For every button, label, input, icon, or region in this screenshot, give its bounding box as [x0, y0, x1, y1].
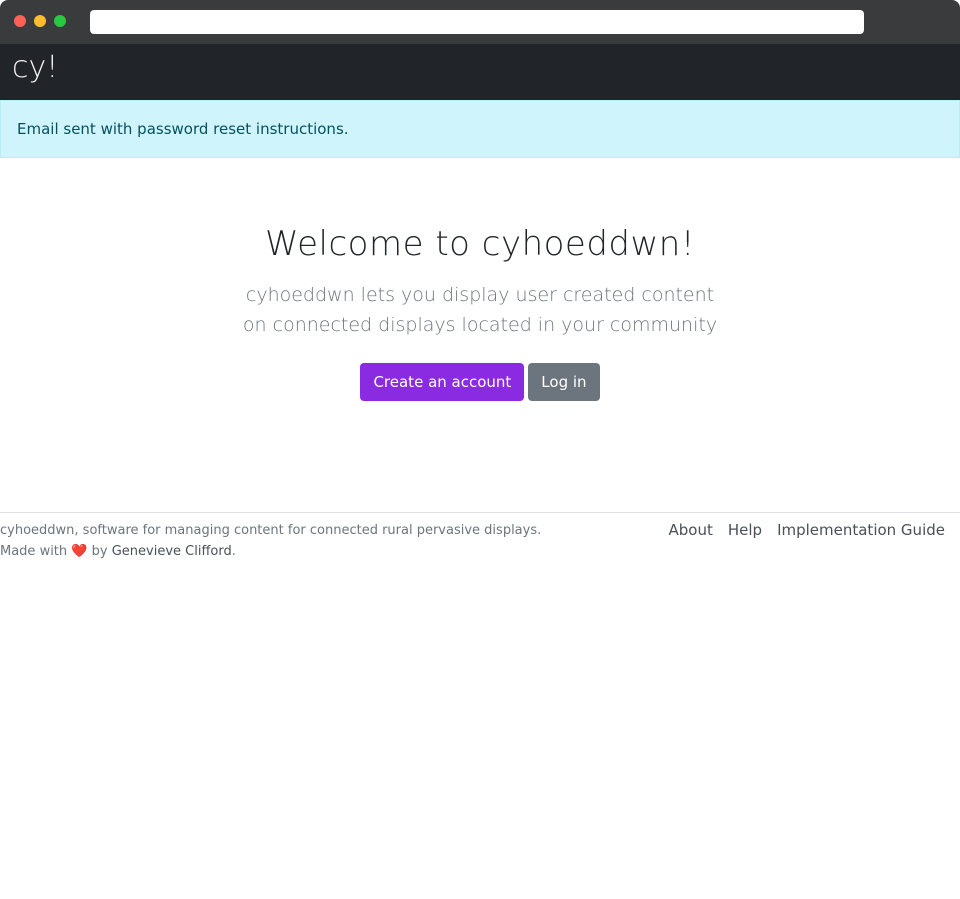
address-bar[interactable]: [90, 10, 864, 34]
page-title: Welcome to cyhoeddwn!: [264, 224, 695, 264]
footer-credit: Made with ❤️ by Genevieve Clifford.: [0, 541, 541, 562]
author-link[interactable]: Genevieve Clifford: [112, 544, 232, 559]
browser-window: cy! Email sent with password reset instr…: [0, 0, 960, 899]
info-alert: Email sent with password reset instructi…: [0, 100, 960, 158]
footer-nav: About Help Implementation Guide: [669, 520, 960, 540]
made-with-text: Made with: [0, 544, 68, 559]
by-text: by: [91, 544, 108, 559]
footer-link-implementation-guide[interactable]: Implementation Guide: [777, 520, 960, 540]
login-button[interactable]: Log in: [528, 363, 600, 401]
maximize-window-button[interactable]: [54, 15, 66, 27]
top-navbar: cy!: [0, 44, 960, 100]
hero-description-line-2: on connected displays located in your co…: [242, 314, 718, 336]
page-footer: cyhoeddwn, software for managing content…: [0, 512, 960, 572]
browser-chrome: [0, 0, 960, 44]
create-account-button[interactable]: Create an account: [360, 363, 525, 401]
hero-actions: Create an account Log in: [0, 363, 960, 401]
hero-section: Welcome to cyhoeddwn! cyhoeddwn lets you…: [0, 222, 960, 401]
alert-message: Email sent with password reset instructi…: [17, 120, 349, 138]
footer-link-about[interactable]: About: [669, 520, 728, 540]
footer-link-help[interactable]: Help: [728, 520, 777, 540]
footer-info: cyhoeddwn, software for managing content…: [0, 520, 541, 562]
hero-description-line-1: cyhoeddwn lets you display user created …: [245, 284, 715, 306]
credit-period: .: [231, 544, 236, 559]
heart-icon: ❤️: [71, 544, 88, 559]
close-window-button[interactable]: [14, 15, 26, 27]
hero-description: cyhoeddwn lets you display user created …: [0, 280, 960, 340]
brand-logo[interactable]: cy!: [12, 50, 58, 85]
footer-tagline: cyhoeddwn, software for managing content…: [0, 523, 542, 538]
minimize-window-button[interactable]: [34, 15, 46, 27]
